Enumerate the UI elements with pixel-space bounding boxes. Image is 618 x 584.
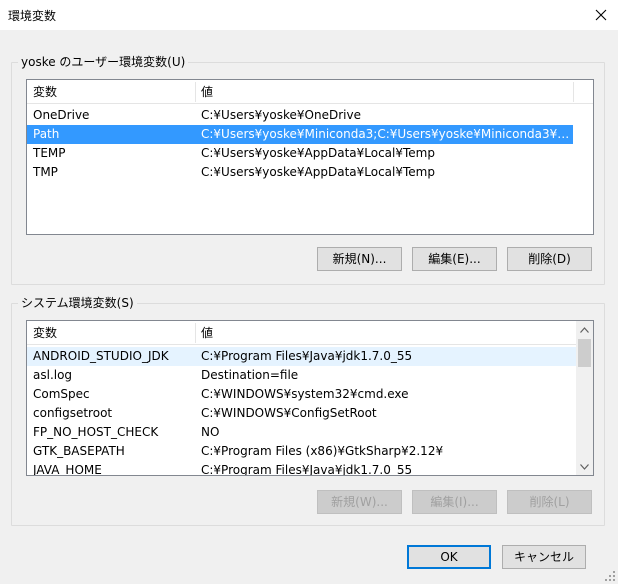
system-list-header: 変数 値 (27, 321, 576, 345)
scroll-down-button[interactable] (576, 458, 593, 475)
table-row-selected[interactable]: Path C:¥Users¥yoske¥Miniconda3;C:¥Users¥… (27, 125, 573, 144)
user-list-header: 変数 値 (27, 80, 593, 104)
close-icon (595, 9, 607, 21)
resize-grip-icon[interactable] (604, 570, 616, 582)
scroll-thumb[interactable] (578, 339, 591, 367)
user-new-button[interactable]: 新規(N)... (317, 247, 402, 271)
column-header-value[interactable]: 値 (195, 80, 213, 104)
chevron-down-icon (580, 463, 589, 470)
window-title: 環境変数 (8, 9, 57, 23)
table-row[interactable]: configsetroot C:¥WINDOWS¥ConfigSetRoot (27, 404, 576, 423)
table-row[interactable]: JAVA_HOME C:¥Program Files¥Java¥jdk1.7.0… (27, 461, 576, 475)
system-variables-label: システム環境変数(S) (18, 296, 137, 310)
column-header-variable[interactable]: 変数 (27, 321, 57, 345)
table-row[interactable]: OneDrive C:¥Users¥yoske¥OneDrive (27, 106, 573, 125)
system-delete-button[interactable]: 削除(L) (507, 490, 592, 514)
close-button[interactable] (584, 0, 618, 30)
column-header-value[interactable]: 値 (195, 321, 213, 345)
system-edit-button[interactable]: 編集(I)... (412, 490, 497, 514)
column-header-variable[interactable]: 変数 (27, 80, 57, 104)
cancel-button[interactable]: キャンセル (502, 545, 586, 569)
vertical-scrollbar[interactable] (576, 321, 593, 475)
system-variables-list[interactable]: 変数 値 ANDROID_STUDIO_JDK C:¥Program Files… (26, 320, 594, 476)
table-row[interactable]: TEMP C:¥Users¥yoske¥AppData¥Local¥Temp (27, 144, 573, 163)
title-bar: 環境変数 (0, 0, 618, 30)
user-variables-list[interactable]: 変数 値 OneDrive C:¥Users¥yoske¥OneDrive Pa… (26, 79, 594, 235)
table-row[interactable]: asl.log Destination=file (27, 366, 576, 385)
table-row[interactable]: ComSpec C:¥WINDOWS¥system32¥cmd.exe (27, 385, 576, 404)
user-delete-button[interactable]: 削除(D) (507, 247, 592, 271)
ok-button[interactable]: OK (407, 545, 491, 569)
chevron-up-icon (580, 326, 589, 333)
table-row[interactable]: FP_NO_HOST_CHECK NO (27, 423, 576, 442)
table-row[interactable]: TMP C:¥Users¥yoske¥AppData¥Local¥Temp (27, 163, 573, 182)
user-variables-label: yoske のユーザー環境変数(U) (18, 55, 189, 69)
system-new-button[interactable]: 新規(W)... (317, 490, 402, 514)
user-edit-button[interactable]: 編集(E)... (412, 247, 497, 271)
scroll-up-button[interactable] (576, 321, 593, 338)
table-row-hover[interactable]: ANDROID_STUDIO_JDK C:¥Program Files¥Java… (27, 347, 576, 366)
table-row[interactable]: GTK_BASEPATH C:¥Program Files (x86)¥GtkS… (27, 442, 576, 461)
